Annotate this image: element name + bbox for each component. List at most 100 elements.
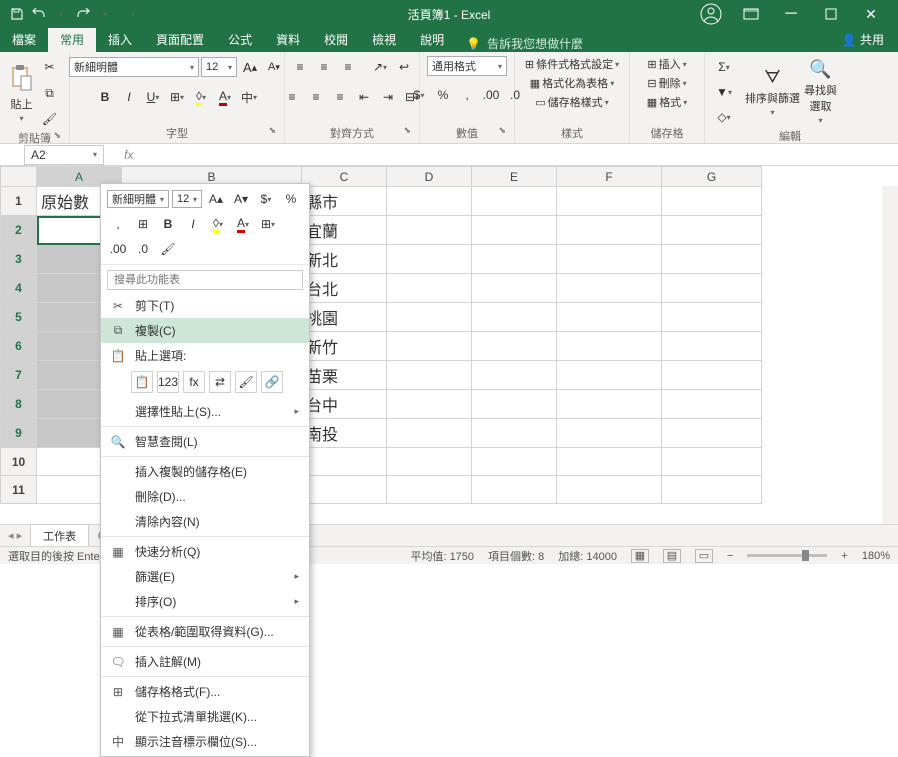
tab-view[interactable]: 檢視 xyxy=(360,27,408,52)
format-cells-button[interactable]: ▦ 格式 ▾ xyxy=(647,94,687,110)
phonetic-icon[interactable]: 中▾ xyxy=(238,86,260,108)
name-box[interactable]: A2▾ xyxy=(24,145,104,165)
mini-conditional-icon[interactable]: ⊞ xyxy=(132,213,154,235)
format-painter-icon[interactable]: 🖌 xyxy=(39,108,61,130)
font-dialog-icon[interactable]: ⬊ xyxy=(268,125,276,136)
clipboard-dialog-icon[interactable]: ⬊ xyxy=(53,130,61,141)
tab-help[interactable]: 說明 xyxy=(408,27,456,52)
undo-icon[interactable] xyxy=(30,5,48,23)
decrease-indent-icon[interactable]: ⇤ xyxy=(353,86,375,108)
paste-formulas-icon[interactable]: fx xyxy=(183,371,205,393)
row-header-1[interactable]: 1 xyxy=(1,187,37,216)
tab-data[interactable]: 資料 xyxy=(264,27,312,52)
ctx-cut[interactable]: ✂剪下(T) xyxy=(101,293,309,318)
number-dialog-icon[interactable]: ⬊ xyxy=(498,125,506,136)
page-break-view-icon[interactable]: ▭ xyxy=(695,549,713,563)
paste-values-icon[interactable]: 123 xyxy=(157,371,179,393)
normal-view-icon[interactable]: ▦ xyxy=(631,549,649,563)
context-search-input[interactable] xyxy=(107,270,303,290)
mini-format-painter-icon[interactable]: 🖌 xyxy=(157,238,179,260)
close-icon[interactable]: ✕ xyxy=(856,4,886,24)
cell-C2[interactable]: 宜蘭 xyxy=(302,216,387,245)
mini-font-color-icon[interactable]: A▾ xyxy=(232,213,254,235)
cell-C3[interactable]: 新北 xyxy=(302,245,387,274)
mini-grow-font-icon[interactable]: A▴ xyxy=(205,188,227,210)
ctx-delete[interactable]: 刪除(D)... xyxy=(101,484,309,509)
mini-border-icon[interactable]: ⊞▾ xyxy=(257,213,279,235)
fx-icon[interactable]: fx xyxy=(124,148,133,162)
ctx-clear[interactable]: 清除內容(N) xyxy=(101,509,309,534)
currency-icon[interactable]: $▾ xyxy=(408,84,430,106)
tab-formulas[interactable]: 公式 xyxy=(216,27,264,52)
zoom-slider[interactable] xyxy=(747,554,827,557)
font-color-icon[interactable]: A▾ xyxy=(214,86,236,108)
mini-percent-icon[interactable]: % xyxy=(280,188,302,210)
maximize-icon[interactable] xyxy=(816,4,846,24)
col-header-D[interactable]: D xyxy=(387,167,472,187)
zoom-out-icon[interactable]: − xyxy=(727,550,733,562)
increase-decimal-icon[interactable]: .00 xyxy=(480,84,502,106)
tab-file[interactable]: 檔案 xyxy=(0,27,48,52)
bold-icon[interactable]: B xyxy=(94,86,116,108)
row-header-11[interactable]: 11 xyxy=(1,476,37,504)
font-size-combo[interactable]: 12▾ xyxy=(201,57,237,77)
mini-comma-icon[interactable]: , xyxy=(107,213,129,235)
increase-indent-icon[interactable]: ⇥ xyxy=(377,86,399,108)
italic-icon[interactable]: I xyxy=(118,86,140,108)
col-header-E[interactable]: E xyxy=(472,167,557,187)
tab-insert[interactable]: 插入 xyxy=(96,27,144,52)
align-center-icon[interactable]: ≡ xyxy=(305,86,327,108)
sheet-nav[interactable]: ◂ ▸ xyxy=(0,529,30,542)
align-right-icon[interactable]: ≡ xyxy=(329,86,351,108)
mini-shrink-font-icon[interactable]: A▾ xyxy=(230,188,252,210)
redo-icon[interactable] xyxy=(74,5,92,23)
ctx-quick-analysis[interactable]: ▦快速分析(Q) xyxy=(101,539,309,564)
row-header-8[interactable]: 8 xyxy=(1,390,37,419)
insert-cells-button[interactable]: ⊞ 插入 ▾ xyxy=(647,56,686,72)
page-layout-view-icon[interactable]: ▤ xyxy=(663,549,681,563)
sort-filter-icon[interactable]: ᗊ xyxy=(764,67,781,88)
align-bottom-icon[interactable]: ≡ xyxy=(337,56,359,78)
font-name-combo[interactable]: 新細明體▾ xyxy=(69,57,199,77)
mini-font-combo[interactable]: 新細明體▾ xyxy=(107,190,169,208)
zoom-in-icon[interactable]: + xyxy=(841,550,847,562)
fill-icon[interactable]: ▼▾ xyxy=(713,81,735,103)
ctx-copy[interactable]: ⧉複製(C) xyxy=(101,318,309,343)
tell-me[interactable]: 💡告訴我您想做什麼 xyxy=(456,35,593,52)
cut-icon[interactable]: ✂ xyxy=(39,56,61,78)
paste-default-icon[interactable]: 📋 xyxy=(131,371,153,393)
vertical-scrollbar[interactable] xyxy=(882,186,898,536)
row-header-2[interactable]: 2 xyxy=(1,216,37,245)
sheet-tab-1[interactable]: 工作表 xyxy=(30,524,89,547)
ctx-insert-comment[interactable]: 🗨插入註解(M) xyxy=(101,649,309,674)
increase-font-icon[interactable]: A▴ xyxy=(239,56,261,78)
redo-dropdown-icon[interactable]: ▾ xyxy=(96,5,114,23)
row-header-4[interactable]: 4 xyxy=(1,274,37,303)
find-icon[interactable]: 🔍 xyxy=(809,59,831,80)
row-header-6[interactable]: 6 xyxy=(1,332,37,361)
wrap-text-icon[interactable]: ↩ xyxy=(393,56,415,78)
ctx-insert-copied[interactable]: 插入複製的儲存格(E) xyxy=(101,459,309,484)
cell-C9[interactable]: 南投 xyxy=(302,419,387,448)
share-button[interactable]: 👤 共用 xyxy=(828,27,898,52)
mini-size-combo[interactable]: 12▾ xyxy=(172,190,202,208)
border-icon[interactable]: ⊞▾ xyxy=(166,86,188,108)
account-icon[interactable] xyxy=(696,4,726,24)
mini-fill-color-icon[interactable]: ◊▾ xyxy=(207,213,229,235)
clear-icon[interactable]: ◇▾ xyxy=(713,106,735,128)
cell-C4[interactable]: 台北 xyxy=(302,274,387,303)
ctx-paste-special[interactable]: 選擇性貼上(S)...▸ xyxy=(101,399,309,424)
fill-color-icon[interactable]: ◊▾ xyxy=(190,86,212,108)
conditional-format-button[interactable]: ⊞ 條件式格式設定 ▾ xyxy=(525,56,619,72)
row-header-3[interactable]: 3 xyxy=(1,245,37,274)
align-left-icon[interactable]: ≡ xyxy=(281,86,303,108)
row-header-9[interactable]: 9 xyxy=(1,419,37,448)
col-header-C[interactable]: C xyxy=(302,167,387,187)
autosum-icon[interactable]: Σ▾ xyxy=(713,56,735,78)
ribbon-display-icon[interactable] xyxy=(736,4,766,24)
mini-increase-decimal-icon[interactable]: .00 xyxy=(107,238,129,260)
row-header-7[interactable]: 7 xyxy=(1,361,37,390)
cell-styles-button[interactable]: ▭ 儲存格樣式 ▾ xyxy=(535,94,608,110)
mini-bold-icon[interactable]: B xyxy=(157,213,179,235)
orientation-icon[interactable]: ↗▾ xyxy=(369,56,391,78)
